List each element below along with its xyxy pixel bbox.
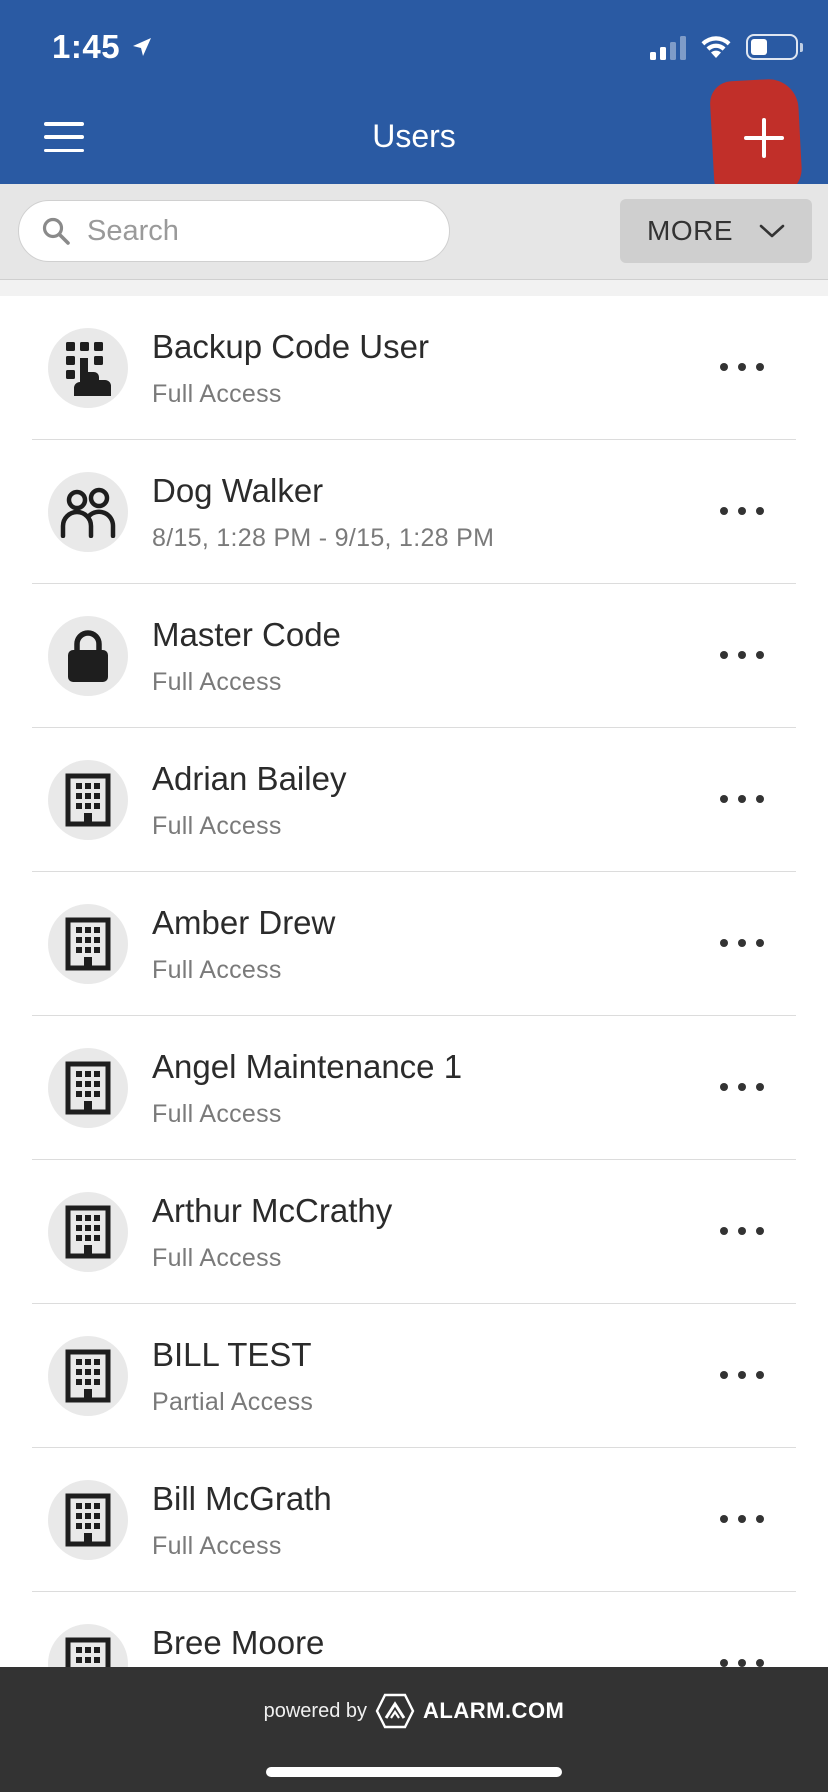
user-row-dog-walker[interactable]: Dog Walker 8/15, 1:28 PM - 9/15, 1:28 PM — [32, 440, 796, 584]
building-icon — [65, 773, 111, 827]
user-name: Arthur McCrathy — [152, 1192, 393, 1229]
more-options-icon[interactable] — [720, 1218, 764, 1244]
user-row-adrian-bailey[interactable]: Adrian Bailey Full Access — [32, 728, 796, 872]
user-row-master-code[interactable]: Master Code Full Access — [32, 584, 796, 728]
building-icon — [65, 1061, 111, 1115]
status-bar-time: 1:45 — [52, 28, 154, 66]
page-title: Users — [372, 118, 456, 154]
user-row-amber-drew[interactable]: Amber Drew Full Access — [32, 872, 796, 1016]
status-time-text: 1:45 — [52, 28, 121, 65]
user-row-angel-maintenance-1[interactable]: Angel Maintenance 1 Full Access — [32, 1016, 796, 1160]
user-row-bill-test[interactable]: BILL TEST Partial Access — [32, 1304, 796, 1448]
user-access: Full Access — [152, 1244, 282, 1272]
footer-bar: powered by ALARM.COM — [0, 1667, 828, 1792]
app-header: 1:45 Users — [0, 0, 828, 199]
user-row-bill-mcgrath[interactable]: Bill McGrath Full Access — [32, 1448, 796, 1592]
building-icon — [65, 917, 111, 971]
more-options-icon[interactable] — [720, 1074, 764, 1100]
keypad-hand-icon — [66, 342, 111, 396]
users-list: Backup Code User Full Access Dog Walker … — [32, 296, 796, 1736]
building-icon — [65, 1205, 111, 1259]
user-name: Amber Drew — [152, 904, 336, 941]
user-avatar — [48, 616, 128, 696]
home-indicator[interactable] — [266, 1767, 562, 1777]
more-options-icon[interactable] — [720, 786, 764, 812]
more-options-icon[interactable] — [720, 498, 764, 524]
user-name: Master Code — [152, 616, 341, 653]
user-avatar — [48, 1336, 128, 1416]
user-name: Bill McGrath — [152, 1480, 332, 1517]
user-avatar — [48, 1480, 128, 1560]
user-access: Full Access — [152, 380, 282, 408]
user-avatar — [48, 1192, 128, 1272]
lock-icon — [68, 630, 108, 682]
user-access: Full Access — [152, 1532, 282, 1560]
users-screen: 1:45 Users Search MORE Backup Code User … — [0, 0, 828, 1792]
user-access: 8/15, 1:28 PM - 9/15, 1:28 PM — [152, 524, 495, 552]
user-row-arthur-mccrathy[interactable]: Arthur McCrathy Full Access — [32, 1160, 796, 1304]
user-row-backup-code-user[interactable]: Backup Code User Full Access — [32, 296, 796, 440]
user-name: BILL TEST — [152, 1336, 312, 1373]
more-button-label: MORE — [647, 215, 733, 246]
alarm-com-logo-icon — [375, 1693, 415, 1729]
more-button[interactable]: MORE — [620, 199, 812, 263]
powered-by-text: powered by — [263, 1699, 368, 1722]
user-name: Angel Maintenance 1 — [152, 1048, 463, 1085]
list-top-spacer — [0, 280, 828, 296]
location-arrow-icon — [133, 38, 152, 56]
search-input[interactable] — [87, 214, 427, 248]
user-avatar — [48, 472, 128, 552]
building-icon — [65, 1493, 111, 1547]
user-access: Full Access — [152, 668, 282, 696]
search-toolbar: MORE — [0, 184, 828, 280]
more-options-icon[interactable] — [720, 930, 764, 956]
search-icon — [42, 217, 70, 245]
user-avatar — [48, 760, 128, 840]
user-avatar — [48, 904, 128, 984]
user-name: Backup Code User — [152, 328, 429, 365]
more-options-icon[interactable] — [720, 1506, 764, 1532]
search-field[interactable] — [18, 200, 450, 262]
plus-icon[interactable] — [744, 118, 784, 158]
user-access: Partial Access — [152, 1388, 314, 1416]
user-avatar — [48, 1048, 128, 1128]
brand-name: ALARM.COM — [423, 1698, 565, 1723]
people-icon — [60, 487, 116, 538]
user-name: Dog Walker — [152, 472, 324, 509]
building-icon — [65, 1349, 111, 1403]
user-access: Full Access — [152, 1100, 282, 1128]
wifi-icon — [701, 36, 731, 58]
cellular-signal-icon — [650, 34, 686, 60]
user-access: Full Access — [152, 812, 282, 840]
powered-by-branding: powered by ALARM.COM — [0, 1693, 828, 1729]
battery-icon — [746, 34, 803, 60]
more-options-icon[interactable] — [720, 354, 764, 380]
user-name: Adrian Bailey — [152, 760, 347, 797]
user-name: Bree Moore — [152, 1624, 325, 1661]
more-options-icon[interactable] — [720, 1362, 764, 1388]
status-bar-indicators — [650, 34, 803, 60]
more-options-icon[interactable] — [720, 642, 764, 668]
chevron-down-icon — [759, 224, 785, 238]
user-access: Full Access — [152, 956, 282, 984]
user-avatar — [48, 328, 128, 408]
